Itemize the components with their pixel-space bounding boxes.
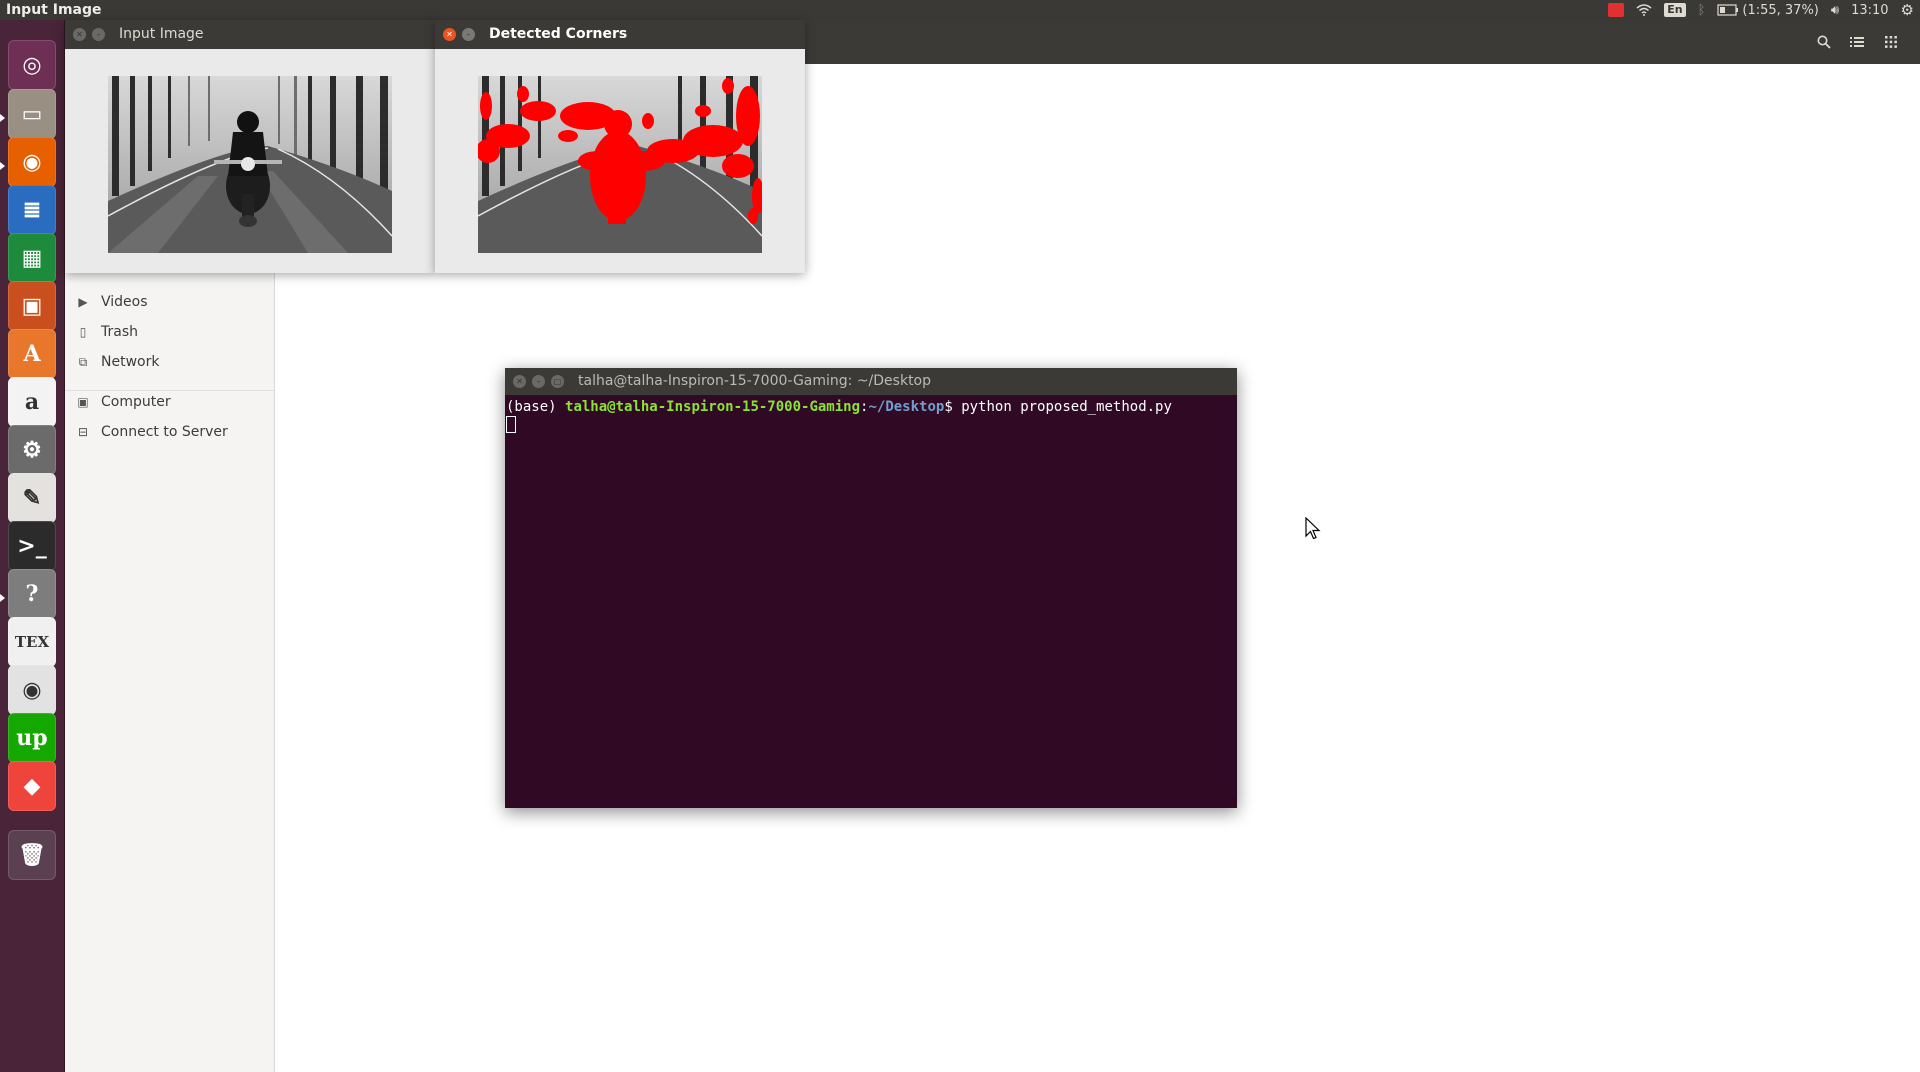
- close-icon[interactable]: ✕: [443, 28, 456, 41]
- indicator-area: En ᛒ (1:55, 37%) 🔊︎ 13:10 ⚙: [1608, 0, 1914, 20]
- session-gear-icon[interactable]: ⚙: [1901, 1, 1914, 19]
- prompt-symbol: $: [944, 399, 962, 415]
- files-icon[interactable]: ▭: [8, 89, 56, 139]
- sidebar-item-label: Videos: [101, 294, 148, 310]
- sidebar-item-label: Computer: [101, 394, 171, 410]
- conda-env: (base): [506, 399, 566, 415]
- keyboard-layout-indicator[interactable]: En: [1664, 3, 1686, 17]
- terminal-window[interactable]: ✕ – □ talha@talha-Inspiron-15-7000-Gamin…: [505, 368, 1237, 808]
- battery-text: (1:55, 37%): [1742, 2, 1819, 18]
- system-settings-icon[interactable]: ⚙: [8, 425, 56, 475]
- software-center-icon[interactable]: A: [8, 329, 56, 379]
- sidebar-item-computer[interactable]: ▣ Computer: [75, 390, 171, 414]
- grid-view-icon[interactable]: [1880, 31, 1902, 53]
- detected-corners-image: [478, 76, 762, 253]
- trash-icon: ▯: [79, 325, 87, 339]
- chrome-icon[interactable]: ◉: [8, 665, 56, 715]
- terminal-icon[interactable]: >_: [8, 521, 56, 571]
- terminal-body[interactable]: (base) talha@talha-Inspiron-15-7000-Gami…: [505, 395, 1237, 808]
- running-indicator: [0, 162, 5, 170]
- server-icon: ⊟: [77, 425, 89, 439]
- upwork-icon[interactable]: up: [8, 713, 56, 763]
- sidebar-item-videos[interactable]: ▶ Videos: [75, 290, 148, 314]
- sidebar-item-label: Trash: [101, 324, 138, 340]
- launcher: ◎ ▭ ◉ ≣ ▦ ▣ Aa ⚙ ✎ >_? TEX ◉ up ◆ 🗑: [0, 20, 65, 1072]
- network-icon: ⧉: [78, 354, 88, 369]
- sidebar-item-trash[interactable]: ▯ Trash: [75, 320, 138, 344]
- libreoffice-writer-icon[interactable]: ≣: [8, 185, 56, 235]
- minimize-icon[interactable]: –: [462, 28, 475, 41]
- bluetooth-icon[interactable]: ᛒ: [1698, 3, 1706, 18]
- window-title: Detected Corners: [489, 26, 628, 42]
- running-indicator: [0, 594, 5, 602]
- libreoffice-impress-icon[interactable]: ▣: [8, 281, 56, 331]
- prompt-path: ~/Desktop: [868, 399, 945, 415]
- battery-icon: [1717, 4, 1739, 16]
- window-title: Input Image: [119, 26, 204, 42]
- sidebar-item-label: Connect to Server: [101, 424, 228, 440]
- volume-icon[interactable]: 🔊︎: [1831, 3, 1839, 18]
- firefox-icon[interactable]: ◉: [8, 137, 56, 187]
- prompt-user-host: talha@talha-Inspiron-15-7000-Gaming: [565, 399, 861, 415]
- detected-corners-window[interactable]: ✕ – Detected Corners: [435, 20, 805, 273]
- close-icon[interactable]: ✕: [513, 375, 526, 388]
- document-viewer-icon[interactable]: ✎: [8, 473, 56, 523]
- help-icon[interactable]: ?: [8, 569, 56, 619]
- window-titlebar[interactable]: ✕ – Detected Corners: [435, 20, 805, 49]
- notification-indicator[interactable]: [1608, 3, 1625, 17]
- anydesk-icon[interactable]: ◆: [8, 761, 56, 811]
- computer-icon: ▣: [77, 395, 89, 409]
- tex-icon[interactable]: TEX: [8, 617, 56, 667]
- top-panel: Input Image En ᛒ (1:55, 37%) 🔊︎ 13:10 ⚙: [0, 0, 1920, 20]
- minimize-icon[interactable]: –: [532, 375, 545, 388]
- libreoffice-calc-icon[interactable]: ▦: [8, 233, 56, 283]
- close-icon[interactable]: ✕: [73, 28, 86, 41]
- window-titlebar[interactable]: ✕ – Input Image: [65, 20, 435, 49]
- minimize-icon[interactable]: –: [92, 28, 105, 41]
- ubuntu-dash-icon[interactable]: ◎: [8, 40, 56, 90]
- sidebar-item-network[interactable]: ⧉ Network: [75, 350, 160, 374]
- video-icon: ▶: [78, 295, 88, 309]
- battery-indicator[interactable]: (1:55, 37%): [1717, 3, 1819, 18]
- running-indicator: [0, 114, 5, 122]
- terminal-cursor: [506, 416, 516, 433]
- wifi-icon[interactable]: [1636, 4, 1652, 16]
- search-icon[interactable]: [1813, 31, 1835, 53]
- list-view-icon[interactable]: [1846, 31, 1868, 53]
- trash-icon[interactable]: 🗑: [8, 830, 56, 880]
- amazon-icon[interactable]: a: [8, 377, 56, 427]
- sidebar-item-label: Network: [101, 354, 160, 370]
- active-app-title: Input Image: [6, 2, 102, 18]
- window-titlebar[interactable]: ✕ – □ talha@talha-Inspiron-15-7000-Gamin…: [505, 368, 1237, 395]
- mouse-pointer-icon: [1305, 517, 1321, 540]
- window-title: talha@talha-Inspiron-15-7000-Gaming: ~/D…: [578, 373, 932, 389]
- clock[interactable]: 13:10: [1851, 3, 1888, 18]
- input-image-window[interactable]: ✕ – Input Image: [65, 20, 435, 273]
- maximize-icon[interactable]: □: [551, 375, 564, 388]
- terminal-command: python proposed_method.py: [961, 399, 1172, 415]
- sidebar-item-connect-to-server[interactable]: ⊟ Connect to Server: [75, 420, 228, 444]
- input-image: [108, 76, 392, 253]
